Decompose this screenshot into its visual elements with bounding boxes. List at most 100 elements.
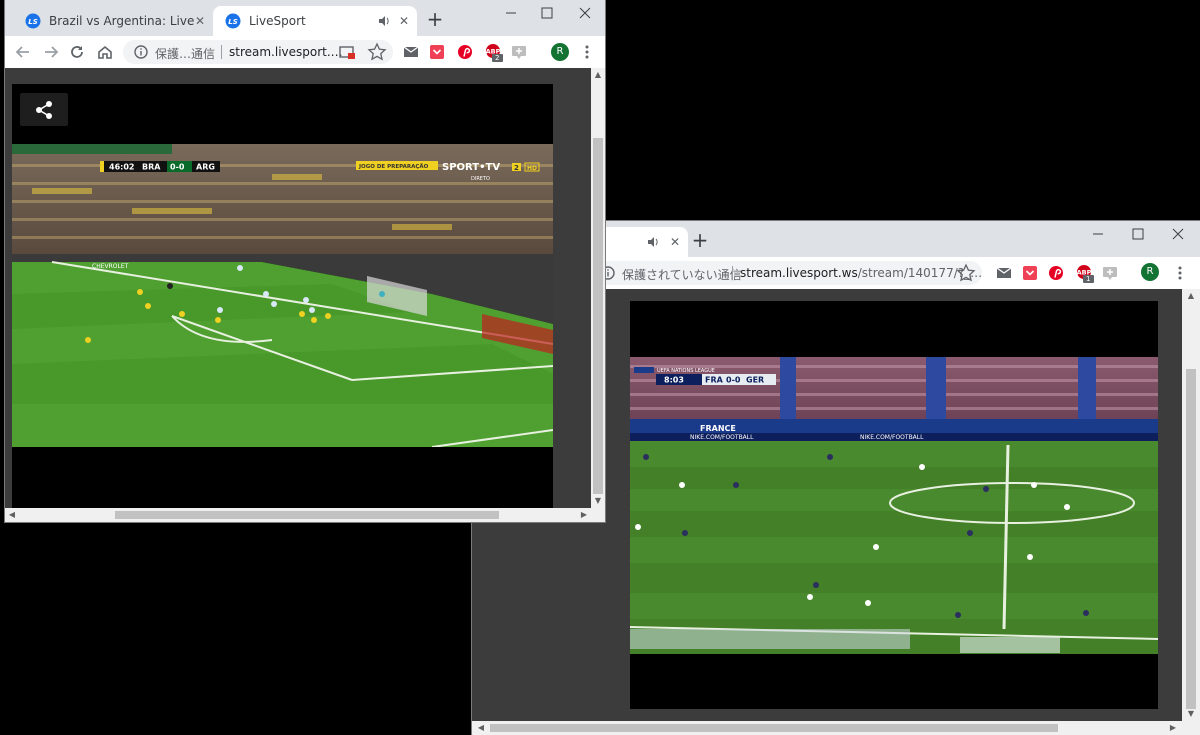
url-text[interactable]: stream.livesport.… [229,45,343,59]
vertical-scrollbar[interactable]: ▲ ▼ [1182,289,1200,721]
close-window-button[interactable] [1158,221,1198,247]
scroll-left-arrow[interactable]: ◀ [474,721,488,735]
pocket-icon[interactable] [427,42,447,62]
network-logo: SPORT•TV [442,162,500,173]
menu-icon[interactable] [577,42,597,62]
toolbar: 保護…通信 stream.livesport.… ABP 2 R [5,36,605,68]
security-chip[interactable]: 保護…通信 [155,45,215,62]
match-tag: JOGO DE PREPARAÇÃO [358,163,429,170]
adblock-icon[interactable]: ABP [483,42,503,62]
page-content: CHEVROLET 46:02 BRA 0-0 ARG JOGO DE PREP… [5,68,591,508]
scroll-up-arrow[interactable]: ▲ [1184,289,1198,303]
board-text: CHEVROLET [92,263,129,270]
hd-badge: HD [527,165,537,172]
scroll-down-arrow[interactable]: ▼ [591,494,605,508]
board-right-text: NIKE.COM/FOOTBALL [860,434,924,441]
close-window-button[interactable] [565,0,605,26]
pocket-icon[interactable] [1020,263,1040,283]
home-team: FRA [705,376,724,385]
profile-avatar[interactable]: R [551,43,569,61]
board-left-text: FRANCE [700,424,736,433]
minimize-button[interactable] [491,0,531,26]
audio-icon[interactable] [377,14,391,28]
svg-text:LS: LS [28,18,38,26]
horizontal-scrollbar[interactable]: ◀ ▶ [472,721,1200,735]
maximize-button[interactable] [1118,221,1158,247]
horizontal-scrollbar[interactable]: ◀ ▶ [5,508,605,522]
league-label: UEFA NATIONS LEAGUE [657,368,715,374]
url-text[interactable]: stream.livesport.ws/stream/140177/?_… [740,266,982,280]
new-tab-button[interactable]: + [690,230,710,251]
back-arrow-icon[interactable] [13,42,33,62]
scroll-right-arrow[interactable]: ▶ [1166,721,1180,735]
home-icon[interactable] [95,42,115,62]
horizontal-scroll-thumb[interactable] [490,724,1058,732]
adblock-badge: 1 [1086,275,1091,283]
livesport-favicon: LS [25,13,41,29]
video-player[interactable]: FRANCE NIKE.COM/FOOTBALL NIKE.COM/FOOTBA… [630,301,1158,709]
close-tab-icon[interactable]: ✕ [397,14,411,28]
omnibox-divider [221,45,222,59]
extension-icon[interactable] [1100,263,1120,283]
share-button[interactable] [20,93,68,126]
pinterest-icon[interactable] [455,42,475,62]
channel-number: 2 [514,164,519,172]
forward-arrow-icon[interactable] [41,42,61,62]
svg-text:LS: LS [228,18,238,26]
close-tab-icon[interactable]: ✕ [668,235,682,249]
minimize-button[interactable] [1078,221,1118,247]
video-frame[interactable]: FRANCE NIKE.COM/FOOTBALL NIKE.COM/FOOTBA… [630,357,1158,654]
avatar-letter: R [1146,266,1154,277]
home-team: BRA [142,163,161,172]
away-team: ARG [196,163,215,172]
info-icon[interactable] [131,42,151,62]
board-mid-text: NIKE.COM/FOOTBALL [690,434,754,441]
match-clock: 8:03 [664,376,684,385]
scroll-down-arrow[interactable]: ▼ [1184,707,1198,721]
share-icon [36,101,52,119]
horizontal-scroll-thumb[interactable] [115,511,499,519]
security-chip[interactable]: 保護されていない通信 [622,266,742,283]
tab-title: LiveSport [249,14,306,28]
profile-avatar[interactable]: R [1141,263,1159,281]
omnibox[interactable]: 保護されていない通信 stream.livesport.ws/stream/14… [592,261,982,285]
tab-livesport[interactable]: LS LiveSport ✕ [213,6,417,36]
vertical-scroll-thumb[interactable] [593,138,603,494]
url-host: stream.livesport.ws [740,266,858,280]
tab-brazil-argentina[interactable]: LS Brazil vs Argentina: Live St ✕ [13,6,213,36]
match-clock: 46:02 [109,163,134,172]
scroll-left-arrow[interactable]: ◀ [5,508,19,522]
vertical-scroll-thumb[interactable] [1186,369,1196,709]
tab-strip: LS Brazil vs Argentina: Live St ✕ LS Liv… [5,0,605,36]
avatar-letter: R [556,46,564,57]
live-label: DIRETO [471,176,490,182]
away-team: GER [746,376,764,385]
pinterest-icon[interactable] [1046,263,1066,283]
maximize-button[interactable] [527,0,567,26]
extension-icon[interactable] [509,42,529,62]
video-frame[interactable]: CHEVROLET 46:02 BRA 0-0 ARG JOGO DE PREP… [12,144,553,447]
reload-icon[interactable] [67,42,87,62]
cast-icon[interactable] [337,42,357,62]
audio-icon[interactable] [646,235,660,249]
scroll-up-arrow[interactable]: ▲ [591,68,605,82]
close-tab-icon[interactable]: ✕ [193,14,207,28]
new-tab-button[interactable]: + [425,9,445,30]
adblock-badge: 2 [495,54,500,62]
star-icon[interactable] [956,263,976,283]
score: 0-0 [726,376,741,385]
adblock-icon[interactable]: ABP [1074,263,1094,283]
vertical-scrollbar[interactable]: ▲ ▼ [591,68,605,508]
tab-title: Brazil vs Argentina: Live St [49,14,199,28]
scroll-right-arrow[interactable]: ▶ [577,508,591,522]
gmail-icon[interactable] [401,42,421,62]
football-scene-image: FRANCE NIKE.COM/FOOTBALL NIKE.COM/FOOTBA… [630,357,1158,654]
gmail-icon[interactable] [994,263,1014,283]
menu-icon[interactable] [1170,263,1190,283]
video-player[interactable]: CHEVROLET 46:02 BRA 0-0 ARG JOGO DE PREP… [12,84,553,508]
score: 0-0 [170,163,185,172]
omnibox-divider [732,266,733,280]
omnibox[interactable]: 保護…通信 stream.livesport.… [123,40,393,64]
star-icon[interactable] [367,42,387,62]
livesport-favicon: LS [225,13,241,29]
